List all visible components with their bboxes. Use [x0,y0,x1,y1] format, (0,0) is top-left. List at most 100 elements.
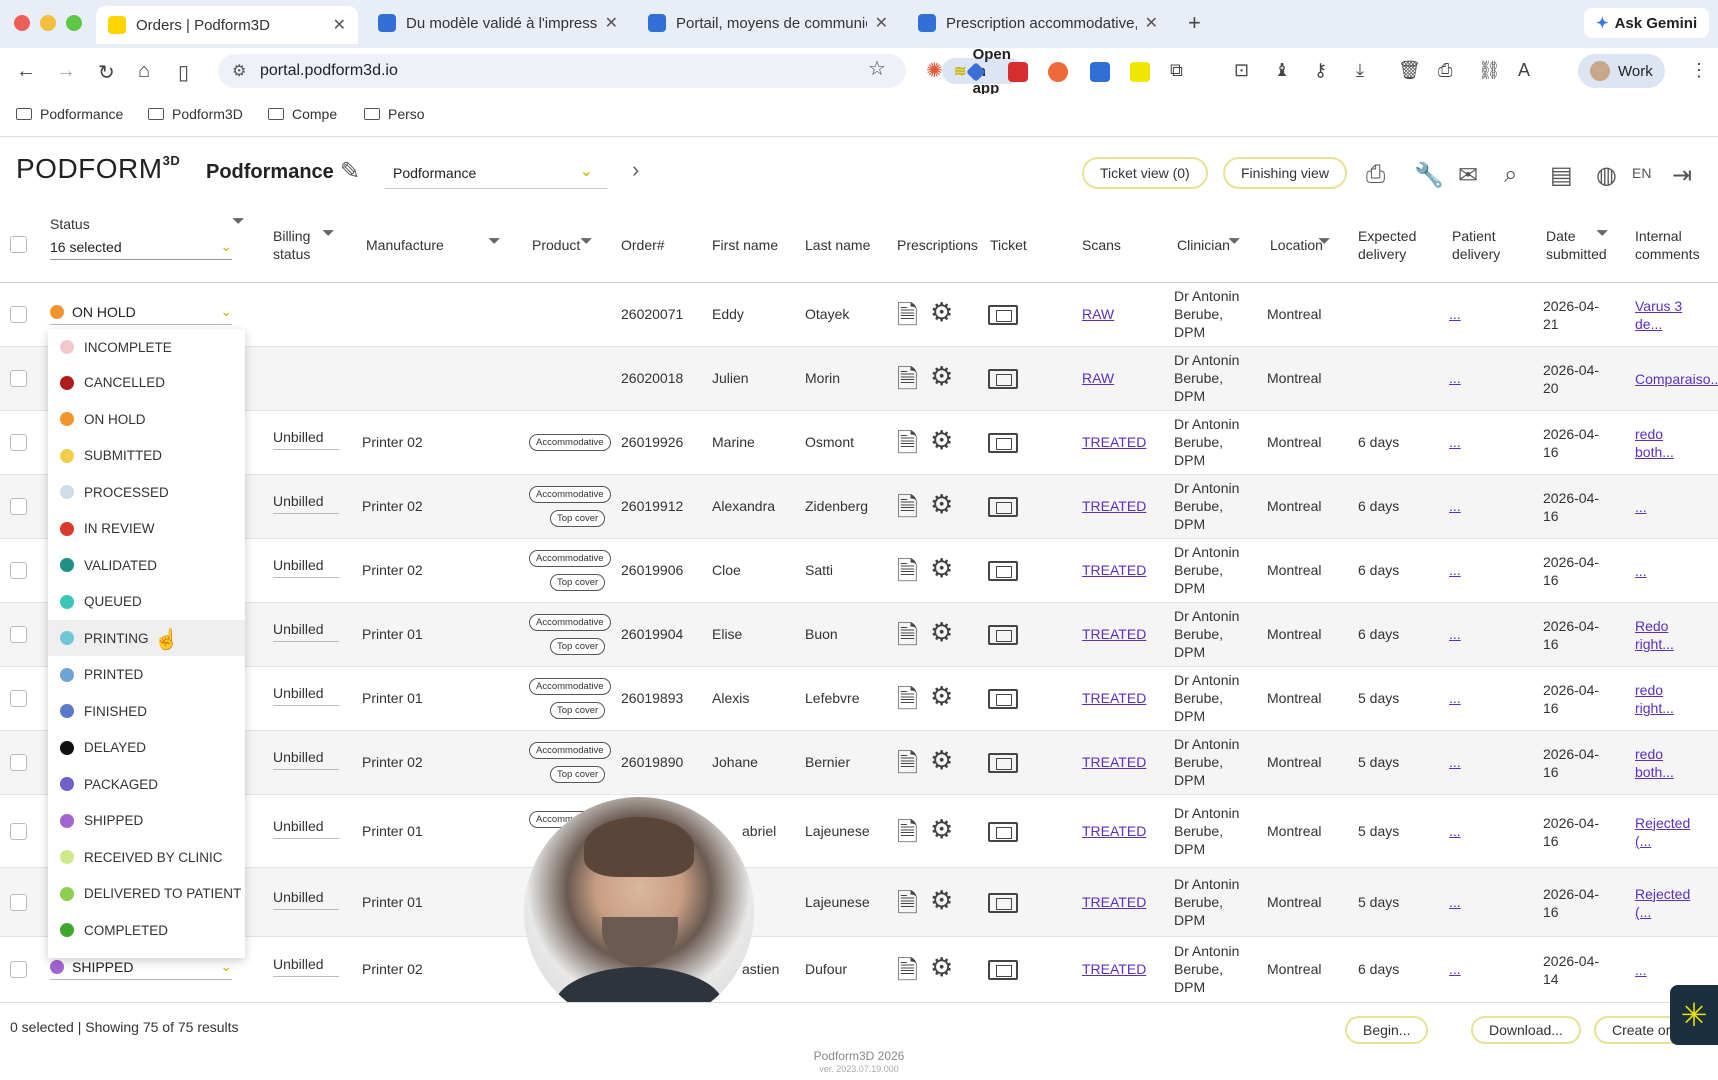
scan-link[interactable]: TREATED [1082,754,1146,770]
ticket-icon[interactable] [988,497,1018,517]
filter-icon[interactable]: ⏷ [1596,225,1609,243]
status-option-delivered-to-patient[interactable]: DELIVERED TO PATIENT [48,876,245,912]
settings-gear-icon[interactable]: ⚙ [930,681,953,712]
scan-link[interactable]: RAW [1082,306,1114,322]
translate-icon[interactable]: A [1518,60,1530,81]
status-option-finished[interactable]: FINISHED [48,693,245,729]
status-option-queued[interactable]: QUEUED [48,584,245,620]
password-key-icon[interactable]: ⚷ [1314,60,1327,81]
ticket-icon[interactable] [988,305,1018,325]
prescription-document-icon[interactable]: 🗎 [897,553,918,597]
address-bar[interactable]: ⚙ portal.podform3d.io ≋ Open in app [218,46,1023,97]
patient-delivery-link[interactable]: ... [1449,562,1461,578]
row-checkbox[interactable] [10,626,27,643]
billing-status-select[interactable]: Unbilled [273,685,339,706]
status-option-incomplete[interactable]: INCOMPLETE [48,329,245,365]
prescription-document-icon[interactable]: 🗎 [897,745,918,789]
row-status-select[interactable]: ON HOLD ⌄ [50,303,232,325]
status-option-printing[interactable]: PRINTING [48,620,245,656]
link-icon[interactable]: ⛓ [1478,60,1501,81]
browser-tab-2[interactable]: Portail, moyens de communic ✕ [636,6,900,40]
status-filter-select[interactable]: 16 selected ⌄ [50,238,232,260]
row-checkbox[interactable] [10,434,27,451]
prescription-document-icon[interactable]: 🗎 [897,681,918,725]
billing-status-select[interactable]: Unbilled [273,956,339,977]
settings-gear-icon[interactable]: ⚙ [930,489,953,520]
internal-comment-link[interactable]: redo both... [1635,425,1718,461]
ask-gemini-button[interactable]: ✦ Ask Gemini [1584,8,1710,38]
status-option-received-by-clinic[interactable]: RECEIVED BY CLINIC [48,839,245,875]
scan-link[interactable]: TREATED [1082,498,1146,514]
bookmark-folder-podform3d[interactable]: Podform3D [148,106,243,122]
extensions-puzzle-icon[interactable]: ⧉ [1170,60,1183,81]
ticket-icon[interactable] [988,625,1018,645]
table-row[interactable]: Unbilled Printer 01 Accommodative Top cover… [0,667,1718,731]
internal-comment-link[interactable]: Rejected (... [1635,814,1718,850]
patient-delivery-link[interactable]: ... [1449,498,1461,514]
internal-comment-link[interactable]: ... [1635,498,1718,516]
edit-pencil-icon[interactable]: ✎ [340,157,360,186]
trash-icon[interactable]: 🗑 [1398,60,1421,81]
bookmark-folder-podformance[interactable]: Podformance [16,106,123,122]
billing-status-select[interactable]: Unbilled [273,621,339,642]
patient-delivery-link[interactable]: ... [1449,961,1461,977]
settings-gear-icon[interactable]: ⚙ [930,814,953,845]
table-row[interactable]: Unbilled Printer 02 Accommodative Top cover… [0,731,1718,795]
wrench-icon[interactable]: 🔧 [1414,161,1444,190]
table-row[interactable]: UnbilledPrinter 01AccommodTopabrielLajeu… [0,795,1718,868]
filter-icon[interactable]: ⏷ [1318,233,1331,251]
settings-gear-icon[interactable]: ⚙ [930,425,953,456]
status-option-packaged[interactable]: PACKAGED [48,766,245,802]
bookmark-star-icon[interactable]: ☆ [868,56,886,81]
filter-icon[interactable]: ⏷ [1228,233,1241,251]
internal-comment-link[interactable]: ... [1635,961,1718,979]
patient-delivery-link[interactable]: ... [1449,434,1461,450]
download-icon[interactable]: ⤓ [1356,60,1364,81]
table-row[interactable]: SHIPPED⌄UnbilledPrinter 02ToastienDufour… [0,937,1718,1003]
close-tab-icon[interactable]: ✕ [867,13,888,33]
print-icon[interactable]: ⎙ [1366,161,1385,189]
close-tab-icon[interactable]: ✕ [325,15,346,35]
filter-icon[interactable]: ⏷ [488,233,501,251]
incognito-icon[interactable]: ♝ [1274,60,1290,81]
row-checkbox[interactable] [10,822,27,840]
search-icon[interactable]: ⌕ [1504,161,1517,189]
screen-capture-icon[interactable]: ⊡ [1234,60,1249,81]
globe-icon[interactable]: ◍ [1596,161,1617,190]
scan-link[interactable]: TREATED [1082,690,1146,706]
forward-icon[interactable]: → [56,60,76,83]
scan-link[interactable]: RAW [1082,370,1114,386]
internal-comment-link[interactable]: Varus 3 de... [1635,297,1718,333]
site-info-icon[interactable]: ⚙ [232,61,246,81]
filter-icon[interactable]: ⏷ [580,233,593,251]
table-row[interactable]: Unbilled Printer 01 Accommodative Top cover… [0,603,1718,667]
status-option-validated[interactable]: VALIDATED [48,547,245,583]
bookmark-folder-compe[interactable]: Compe [268,106,337,122]
scan-link[interactable]: TREATED [1082,823,1146,839]
patient-delivery-link[interactable]: ... [1449,754,1461,770]
prescription-document-icon[interactable]: 🗎 [897,425,918,469]
organization-select[interactable]: Podformance ⌄ [385,155,607,189]
row-checkbox[interactable] [10,370,27,387]
internal-comment-link[interactable]: redo both... [1635,745,1718,781]
scan-link[interactable]: TREATED [1082,562,1146,578]
billing-status-select[interactable]: Unbilled [273,889,339,910]
browser-tab-1[interactable]: Du modèle validé à l'impressi ✕ [366,6,630,40]
billing-status-select[interactable]: Unbilled [273,493,339,514]
ticket-icon[interactable] [988,892,1018,913]
assistant-sparkle-icon[interactable]: ✳ [1670,985,1718,1045]
bookmark-folder-perso[interactable]: Perso [364,106,425,122]
download-button[interactable]: Download... [1471,1016,1581,1044]
filter-icon[interactable]: ⏷ [322,225,335,243]
close-tab-icon[interactable]: ✕ [597,13,618,33]
prescription-document-icon[interactable]: 🗎 [897,489,918,533]
ticket-icon[interactable] [988,689,1018,709]
table-row[interactable]: ON HOLD ⌄ 26020071 Eddy Otayek 🗎 ⚙ RAW Dr Antoni… [0,283,1718,347]
language-label[interactable]: EN [1632,165,1651,181]
internal-comment-link[interactable]: Redo right... [1635,617,1718,653]
more-menu-icon[interactable]: ⋮ [1690,60,1708,81]
status-option-shipped[interactable]: SHIPPED [48,803,245,839]
scan-link[interactable]: TREATED [1082,894,1146,910]
scan-link[interactable]: TREATED [1082,626,1146,642]
minimize-window-button[interactable] [40,15,56,31]
